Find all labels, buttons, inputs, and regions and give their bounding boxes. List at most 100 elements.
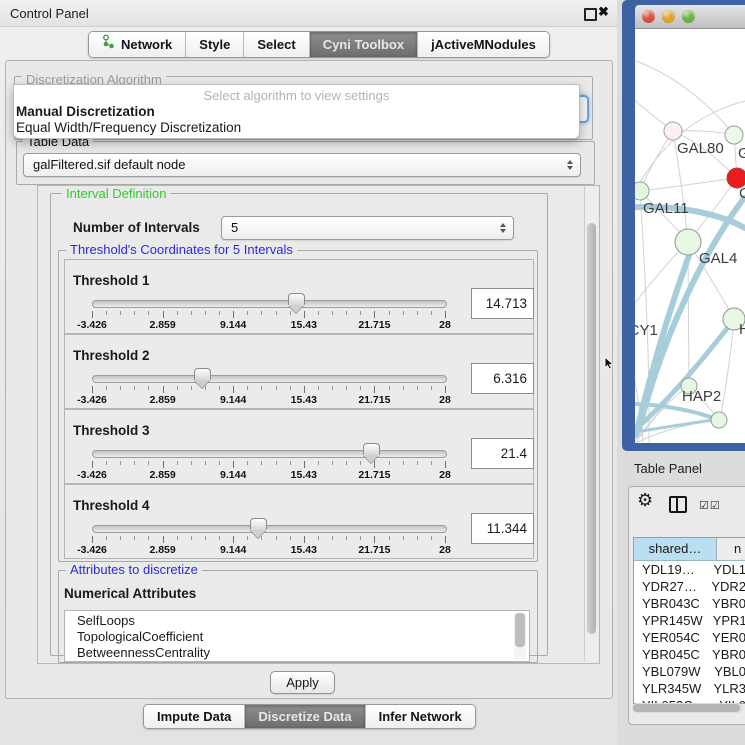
table-data-combobox[interactable]: galFiltered.sif default node bbox=[23, 153, 581, 177]
column-header-name[interactable]: n bbox=[717, 538, 745, 560]
cell-shared-name[interactable]: YER054C bbox=[634, 629, 702, 646]
network-edge[interactable] bbox=[636, 420, 719, 443]
spinner-arrows-icon[interactable] bbox=[567, 160, 573, 170]
table-row[interactable]: YBL079WYBL0 bbox=[634, 663, 745, 680]
slider-track[interactable] bbox=[92, 450, 447, 458]
table-row[interactable]: YBR045CYBR0 bbox=[634, 646, 745, 663]
network-node[interactable] bbox=[635, 182, 649, 200]
network-window-titlebar[interactable] bbox=[635, 5, 745, 29]
control-panel-window: Control Panel ✖ Network Style Se bbox=[0, 0, 617, 745]
slider-track[interactable] bbox=[92, 300, 447, 308]
scrollbar-thumb[interactable] bbox=[587, 223, 596, 634]
attribute-list-item[interactable]: BetweennessCentrality bbox=[65, 645, 529, 661]
tab-discretize-data[interactable]: Discretize Data bbox=[244, 705, 364, 728]
apply-button[interactable]: Apply bbox=[270, 671, 335, 694]
cell-name[interactable]: YDL1 bbox=[703, 561, 745, 578]
cell-shared-name[interactable]: YDL19… bbox=[634, 561, 703, 578]
cell-shared-name[interactable]: YLR345W bbox=[634, 680, 703, 697]
node-label: HAP2 bbox=[682, 388, 721, 405]
threshold-value-field[interactable]: 21.4 bbox=[471, 438, 534, 469]
vertical-scrollbar[interactable] bbox=[584, 186, 598, 661]
tab-select[interactable]: Select bbox=[243, 32, 308, 57]
threshold-label: Threshold 2 bbox=[73, 348, 150, 363]
number-of-intervals-spinner[interactable]: 5 bbox=[221, 216, 514, 240]
thresholds-group-title: Threshold's Coordinates for 5 Intervals bbox=[66, 243, 297, 257]
table-row[interactable]: YDR27…YDR2 bbox=[634, 578, 745, 595]
tick-label: 21.715 bbox=[358, 469, 390, 481]
dropdown-option-equal-width[interactable]: Equal Width/Frequency Discretization bbox=[16, 120, 241, 135]
tab-jactivemnodules[interactable]: jActiveMNodules bbox=[417, 32, 549, 57]
scrollbar-thumb[interactable] bbox=[515, 613, 525, 647]
slider-track[interactable] bbox=[92, 375, 447, 383]
table-row[interactable]: YBR043CYBR0 bbox=[634, 595, 745, 612]
split-columns-icon[interactable] bbox=[669, 496, 687, 513]
cell-shared-name[interactable]: YPR145W bbox=[634, 612, 703, 629]
node-table[interactable]: shared… n YDL19…YDL1YDR27…YDR2YBR043CYBR… bbox=[633, 537, 745, 704]
network-edge[interactable] bbox=[640, 178, 737, 191]
table-row[interactable]: YDL19…YDL1 bbox=[634, 561, 745, 578]
network-edge[interactable] bbox=[640, 131, 673, 191]
slider-thumb[interactable] bbox=[194, 368, 211, 380]
tab-style[interactable]: Style bbox=[185, 32, 243, 57]
table-row[interactable]: YER054CYER0 bbox=[634, 629, 745, 646]
cell-name[interactable]: YER0 bbox=[702, 629, 745, 646]
slider-thumb[interactable] bbox=[288, 293, 305, 305]
close-icon[interactable]: ✖ bbox=[598, 4, 609, 20]
tick-label: 21.715 bbox=[358, 394, 390, 406]
float-window-icon[interactable] bbox=[584, 8, 597, 21]
table-row[interactable]: YLR345WYLR3 bbox=[634, 680, 745, 697]
gear-icon[interactable]: ⚙ bbox=[637, 490, 653, 511]
cell-shared-name[interactable]: YBR043C bbox=[634, 595, 702, 612]
table-row[interactable]: YPR145WYPR1 bbox=[634, 612, 745, 629]
slider-ticks: -3.4262.8599.14415.4321.71528 bbox=[92, 386, 446, 407]
table-panel: ⚙ ☑☑ shared… n YDL19…YDL1YDR27…YDR2YBR04… bbox=[628, 486, 745, 725]
network-node[interactable] bbox=[675, 229, 701, 255]
threshold-value-field[interactable]: 11.344 bbox=[471, 513, 534, 544]
cell-name[interactable]: YDR2 bbox=[701, 578, 745, 595]
threshold-value-field[interactable]: 6.316 bbox=[471, 363, 534, 394]
column-header-shared-name[interactable]: shared… bbox=[634, 538, 717, 560]
dropdown-option-manual[interactable]: Manual Discretization bbox=[16, 104, 155, 119]
node-label: G bbox=[738, 145, 745, 162]
tick-label: 2.859 bbox=[149, 319, 175, 331]
scrollbar-thumb[interactable] bbox=[633, 704, 740, 712]
cell-shared-name[interactable]: YDR27… bbox=[634, 578, 701, 595]
cell-shared-name[interactable]: YBL079W bbox=[634, 663, 704, 680]
tick-label: -3.426 bbox=[77, 394, 107, 406]
checkbox-pair-icon[interactable]: ☑☑ bbox=[699, 499, 721, 512]
attribute-items: SelfLoopsTopologicalCoefficientBetweenne… bbox=[65, 611, 529, 661]
tab-impute-data[interactable]: Impute Data bbox=[144, 705, 244, 728]
combobox-value: galFiltered.sif default node bbox=[33, 154, 185, 175]
mac-minimize-button[interactable] bbox=[662, 10, 675, 23]
list-scrollbar[interactable] bbox=[514, 613, 526, 659]
cell-name[interactable]: YBL0 bbox=[704, 663, 745, 680]
cell-shared-name[interactable]: YBR045C bbox=[634, 646, 702, 663]
slider-track[interactable] bbox=[92, 525, 447, 533]
network-node[interactable] bbox=[711, 412, 727, 428]
cell-name[interactable]: YPR1 bbox=[703, 612, 745, 629]
threshold-value-field[interactable]: 14.713 bbox=[471, 288, 534, 319]
cell-name[interactable]: YBR0 bbox=[702, 595, 745, 612]
network-node[interactable] bbox=[725, 126, 743, 144]
tab-infer-network[interactable]: Infer Network bbox=[365, 705, 475, 728]
slider-ticks: -3.4262.8599.14415.4321.71528 bbox=[92, 461, 446, 482]
horizontal-scrollbar[interactable] bbox=[632, 703, 743, 713]
network-node[interactable] bbox=[664, 122, 682, 140]
slider-thumb[interactable] bbox=[363, 443, 380, 455]
tick-label: 9.144 bbox=[220, 469, 246, 481]
tab-cyni-toolbox[interactable]: Cyni Toolbox bbox=[309, 32, 417, 57]
numerical-attributes-list[interactable]: SelfLoopsTopologicalCoefficientBetweenne… bbox=[64, 610, 530, 662]
algorithm-dropdown-popup: Select algorithm to view settings Manual… bbox=[13, 84, 580, 139]
attribute-list-item[interactable]: SelfLoops bbox=[65, 613, 529, 629]
mac-close-button[interactable] bbox=[642, 10, 655, 23]
network-edge[interactable] bbox=[636, 61, 734, 135]
spinner-arrows-icon[interactable] bbox=[500, 223, 506, 233]
cell-name[interactable]: YLR3 bbox=[703, 680, 745, 697]
tab-network[interactable]: Network bbox=[89, 32, 185, 57]
cell-name[interactable]: YBR0 bbox=[702, 646, 745, 663]
network-canvas[interactable]: GAL80GCGAL11GAL4GCY1HHAP2 bbox=[635, 29, 745, 443]
slider-thumb[interactable] bbox=[250, 518, 267, 530]
attribute-list-item[interactable]: TopologicalCoefficient bbox=[65, 629, 529, 645]
window-title: Control Panel bbox=[10, 6, 89, 21]
mac-zoom-button[interactable] bbox=[682, 10, 695, 23]
